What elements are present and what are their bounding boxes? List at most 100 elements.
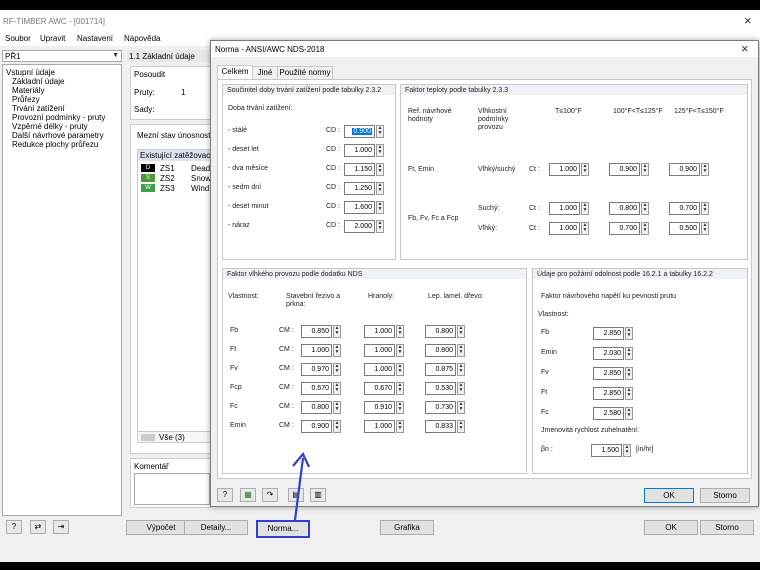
ct-spinner[interactable]: 0.900 ▲ ▼ bbox=[669, 163, 709, 176]
spin-arrows-icon[interactable]: ▲ ▼ bbox=[333, 401, 341, 414]
spin-arrows-icon[interactable]: ▲ ▼ bbox=[625, 347, 633, 360]
ct-spinner-value[interactable]: 0.900 bbox=[669, 163, 700, 176]
tree-item[interactable]: Provozní podmínky - pruty bbox=[12, 113, 105, 122]
dialog-close-icon[interactable]: × bbox=[741, 42, 749, 55]
cd-spinner[interactable]: 2.000 ▲ ▼ bbox=[344, 220, 384, 233]
ct-spinner[interactable]: 0.800 ▲ ▼ bbox=[609, 202, 649, 215]
spin-arrows-icon[interactable]: ▲ ▼ bbox=[625, 387, 633, 400]
spin-arrows-icon[interactable]: ▲ ▼ bbox=[457, 401, 465, 414]
cd-spinner[interactable]: 1.600 ▲ ▼ bbox=[344, 201, 384, 214]
cm-spinner-value[interactable]: 0.900 bbox=[301, 420, 332, 433]
ct-spinner-value[interactable]: 0.900 bbox=[609, 163, 640, 176]
spin-arrows-icon[interactable]: ▲ ▼ bbox=[641, 163, 649, 176]
export-icon[interactable]: ⇥ bbox=[53, 520, 69, 534]
menu-upravit[interactable]: Upravit bbox=[40, 34, 65, 43]
spin-arrows-icon[interactable]: ▲ ▼ bbox=[623, 444, 631, 457]
cd-spinner-value[interactable]: 1.000 bbox=[344, 144, 375, 157]
cm-spinner[interactable]: 0.900 ▲ ▼ bbox=[301, 420, 341, 433]
spin-arrows-icon[interactable]: ▲ ▼ bbox=[581, 202, 589, 215]
dialog-storno-button[interactable]: Storno bbox=[700, 488, 750, 503]
spin-arrows-icon[interactable]: ▲ ▼ bbox=[625, 367, 633, 380]
spin-arrows-icon[interactable]: ▲ ▼ bbox=[396, 325, 404, 338]
cm-spinner[interactable]: 0.833 ▲ ▼ bbox=[425, 420, 465, 433]
spin-arrows-icon[interactable]: ▲ ▼ bbox=[457, 344, 465, 357]
tree-item[interactable]: Materiály bbox=[12, 86, 44, 95]
cd-spinner-value[interactable]: 1.600 bbox=[344, 201, 375, 214]
dialog-help-icon[interactable]: ? bbox=[217, 488, 233, 502]
import-icon[interactable]: ⇄ bbox=[30, 520, 46, 534]
ct-spinner-value[interactable]: 0.700 bbox=[609, 222, 640, 235]
cm-spinner[interactable]: 1.000 ▲ ▼ bbox=[364, 325, 404, 338]
cm-spinner[interactable]: 0.875 ▲ ▼ bbox=[425, 363, 465, 376]
spin-arrows-icon[interactable]: ▲ ▼ bbox=[396, 363, 404, 376]
cm-spinner[interactable]: 1.000 ▲ ▼ bbox=[364, 363, 404, 376]
select-all-checkbox[interactable] bbox=[141, 434, 155, 441]
komentar-input[interactable] bbox=[134, 473, 210, 505]
spin-arrows-icon[interactable]: ▲ ▼ bbox=[396, 401, 404, 414]
spin-arrows-icon[interactable]: ▲ ▼ bbox=[641, 222, 649, 235]
spin-arrows-icon[interactable]: ▲ ▼ bbox=[701, 163, 709, 176]
ct-spinner-value[interactable]: 0.800 bbox=[609, 202, 640, 215]
spin-arrows-icon[interactable]: ▲ ▼ bbox=[376, 220, 384, 233]
cm-spinner-value[interactable]: 1.000 bbox=[301, 344, 332, 357]
cm-spinner-value[interactable]: 0.970 bbox=[301, 363, 332, 376]
close-icon[interactable]: × bbox=[744, 14, 752, 27]
tree-item[interactable]: Průřezy bbox=[12, 95, 40, 104]
tree-item[interactable]: Redukce plochy průřezu bbox=[12, 140, 98, 149]
cm-spinner-value[interactable]: 0.800 bbox=[301, 401, 332, 414]
cd-spinner[interactable]: 1.250 ▲ ▼ bbox=[344, 182, 384, 195]
fire-spinner[interactable]: 2.580 ▲ ▼ bbox=[593, 407, 633, 420]
spin-arrows-icon[interactable]: ▲ ▼ bbox=[581, 163, 589, 176]
dialog-ok-button[interactable]: OK bbox=[644, 488, 694, 503]
spin-arrows-icon[interactable]: ▲ ▼ bbox=[625, 407, 633, 420]
ct-spinner[interactable]: 0.700 ▲ ▼ bbox=[609, 222, 649, 235]
ok-main-button[interactable]: OK bbox=[644, 520, 698, 535]
defaults-icon[interactable]: ▦ bbox=[240, 488, 256, 502]
fire-beta-spinner[interactable]: 1.500 ▲ ▼ bbox=[591, 444, 631, 457]
cm-spinner-value[interactable]: 0.910 bbox=[364, 401, 395, 414]
tab-jine[interactable]: Jiné bbox=[252, 66, 278, 80]
spin-arrows-icon[interactable]: ▲ ▼ bbox=[333, 344, 341, 357]
spin-arrows-icon[interactable]: ▲ ▼ bbox=[396, 420, 404, 433]
cd-spinner-value[interactable]: 0.900 bbox=[344, 125, 375, 138]
fire-spinner-value[interactable]: 2.850 bbox=[593, 327, 624, 340]
spin-arrows-icon[interactable]: ▲ ▼ bbox=[333, 420, 341, 433]
menu-nastaveni[interactable]: Nastavení bbox=[77, 34, 113, 43]
undo-icon[interactable]: ↷ bbox=[262, 488, 278, 502]
spin-arrows-icon[interactable]: ▲ ▼ bbox=[701, 202, 709, 215]
grafika-button[interactable]: Grafika bbox=[380, 520, 434, 535]
cm-spinner-value[interactable]: 0.850 bbox=[301, 325, 332, 338]
spin-arrows-icon[interactable]: ▲ ▼ bbox=[333, 382, 341, 395]
fire-spinner[interactable]: 2.850 ▲ ▼ bbox=[593, 327, 633, 340]
tree-item[interactable]: Základní údaje bbox=[12, 77, 65, 86]
cm-spinner[interactable]: 1.000 ▲ ▼ bbox=[301, 344, 341, 357]
spin-arrows-icon[interactable]: ▲ ▼ bbox=[641, 202, 649, 215]
fire-spinner-value[interactable]: 2.850 bbox=[593, 367, 624, 380]
cm-spinner[interactable]: 1.000 ▲ ▼ bbox=[364, 420, 404, 433]
tab-celkem[interactable]: Celkem bbox=[217, 65, 253, 80]
fire-beta-value[interactable]: 1.500 bbox=[591, 444, 622, 457]
ct-spinner-value[interactable]: 1.000 bbox=[549, 222, 580, 235]
pruty-value[interactable]: 1 bbox=[181, 88, 185, 97]
list-item[interactable]: S ZS2 Snow bbox=[138, 173, 213, 183]
ct-spinner-value[interactable]: 1.000 bbox=[549, 202, 580, 215]
cm-spinner-value[interactable]: 0.800 bbox=[425, 344, 456, 357]
fire-spinner-value[interactable]: 2.580 bbox=[593, 407, 624, 420]
spin-arrows-icon[interactable]: ▲ ▼ bbox=[333, 325, 341, 338]
ct-spinner[interactable]: 1.000 ▲ ▼ bbox=[549, 163, 589, 176]
spin-arrows-icon[interactable]: ▲ ▼ bbox=[396, 382, 404, 395]
fire-spinner-value[interactable]: 2.850 bbox=[593, 387, 624, 400]
menu-napoveda[interactable]: Nápověda bbox=[124, 34, 160, 43]
cm-spinner-value[interactable]: 0.875 bbox=[425, 363, 456, 376]
spin-arrows-icon[interactable]: ▲ ▼ bbox=[376, 163, 384, 176]
cm-spinner[interactable]: 0.910 ▲ ▼ bbox=[364, 401, 404, 414]
cm-spinner[interactable]: 0.670 ▲ ▼ bbox=[301, 382, 341, 395]
spin-arrows-icon[interactable]: ▲ ▼ bbox=[376, 144, 384, 157]
cd-spinner[interactable]: 1.000 ▲ ▼ bbox=[344, 144, 384, 157]
case-selector[interactable]: PŘ1 ▼ bbox=[2, 50, 122, 62]
cd-spinner[interactable]: 1.150 ▲ ▼ bbox=[344, 163, 384, 176]
detaily-button[interactable]: Detaily... bbox=[184, 520, 248, 535]
cm-spinner[interactable]: 0.800 ▲ ▼ bbox=[425, 325, 465, 338]
cm-spinner[interactable]: 0.670 ▲ ▼ bbox=[364, 382, 404, 395]
cm-spinner-value[interactable]: 0.670 bbox=[301, 382, 332, 395]
